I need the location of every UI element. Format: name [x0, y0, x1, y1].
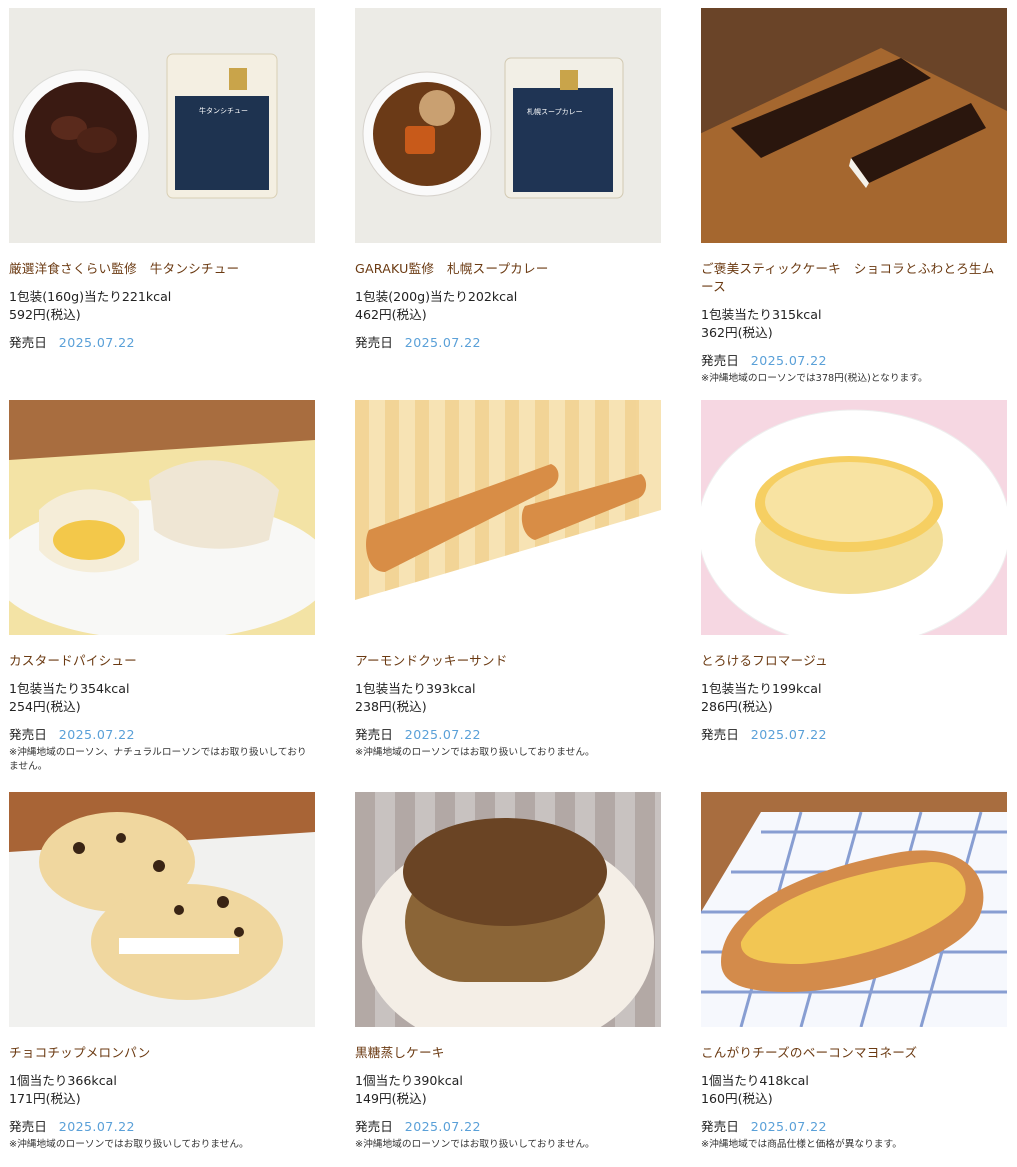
- product-name[interactable]: 厳選洋食さくらい監修 牛タンシチュー: [9, 260, 315, 278]
- svg-text:札幌スープカレー: 札幌スープカレー: [527, 107, 583, 116]
- release-label: 発売日: [355, 1119, 393, 1134]
- product-price: 149円(税込): [355, 1091, 427, 1106]
- product-note: ※沖縄地域のローソン、ナチュラルローソンではお取り扱いしておりません。: [9, 747, 307, 772]
- product-price: 254円(税込): [9, 699, 81, 714]
- product-price: 592円(税込): [9, 307, 81, 322]
- release-info: 発売日 2025.07.22: [355, 1118, 661, 1136]
- release-date: 2025.07.22: [58, 335, 135, 350]
- release-date: 2025.07.22: [404, 335, 481, 350]
- product-name[interactable]: カスタードパイシュー: [9, 652, 315, 670]
- release-info: 発売日 2025.07.22: [9, 1118, 315, 1136]
- product-spec: 1個当たり418kcal: [701, 1073, 809, 1088]
- release-label: 発売日: [9, 335, 47, 350]
- product-meta: 1個当たり418kcal 160円(税込): [701, 1072, 1007, 1108]
- release-label: 発売日: [9, 727, 47, 742]
- release-info: 発売日 2025.07.22: [355, 726, 661, 744]
- release-date: 2025.07.22: [404, 1119, 481, 1134]
- release-info: 発売日 2025.07.22: [355, 334, 661, 352]
- product-spec: 1包装当たり393kcal: [355, 681, 476, 696]
- release-label: 発売日: [701, 353, 739, 368]
- product-price: 362円(税込): [701, 325, 773, 340]
- product-card[interactable]: カスタードパイシュー 1包装当たり354kcal 254円(税込) 発売日 202…: [9, 400, 315, 774]
- release-date: 2025.07.22: [750, 353, 827, 368]
- product-spec: 1包装当たり315kcal: [701, 307, 822, 322]
- product-meta: 1包装当たり315kcal 362円(税込): [701, 306, 1007, 342]
- product-spec: 1個当たり366kcal: [9, 1073, 117, 1088]
- product-card[interactable]: 黒糖蒸しケーキ 1個当たり390kcal 149円(税込) 発売日 2025.07…: [355, 792, 661, 1152]
- product-spec: 1個当たり390kcal: [355, 1073, 463, 1088]
- product-name[interactable]: アーモンドクッキーサンド: [355, 652, 661, 670]
- release-date: 2025.07.22: [58, 1119, 135, 1134]
- product-name[interactable]: GARAKU監修 札幌スープカレー: [355, 260, 661, 278]
- release-info: 発売日 2025.07.22: [701, 352, 1007, 370]
- product-image[interactable]: [355, 400, 661, 635]
- product-meta: 1包装当たり354kcal 254円(税込): [9, 680, 315, 716]
- product-spec: 1包装当たり199kcal: [701, 681, 822, 696]
- product-meta: 1包装当たり393kcal 238円(税込): [355, 680, 661, 716]
- product-image[interactable]: [701, 400, 1007, 635]
- release-label: 発売日: [355, 727, 393, 742]
- release-info: 発売日 2025.07.22: [9, 334, 315, 352]
- product-card[interactable]: アーモンドクッキーサンド 1包装当たり393kcal 238円(税込) 発売日 2…: [355, 400, 661, 760]
- product-meta: 1包装当たり199kcal 286円(税込): [701, 680, 1007, 716]
- product-image[interactable]: [701, 792, 1007, 1027]
- product-name[interactable]: ご褒美スティックケーキ ショコラとふわとろ生ムース: [701, 260, 1007, 296]
- product-price: 238円(税込): [355, 699, 427, 714]
- product-card[interactable]: とろけるフロマージュ 1包装当たり199kcal 286円(税込) 発売日 202…: [701, 400, 1007, 744]
- release-info: 発売日 2025.07.22: [701, 726, 1007, 744]
- product-meta: 1包装(200g)当たり202kcal 462円(税込): [355, 288, 661, 324]
- product-card[interactable]: チョコチップメロンパン 1個当たり366kcal 171円(税込) 発売日 202…: [9, 792, 315, 1152]
- product-note: ※沖縄地域のローソンではお取り扱いしておりません。: [355, 747, 595, 758]
- product-image[interactable]: [9, 400, 315, 635]
- product-price: 160円(税込): [701, 1091, 773, 1106]
- product-image[interactable]: 牛タンシチュー: [9, 8, 315, 243]
- product-image[interactable]: [9, 792, 315, 1027]
- product-note: ※沖縄地域のローソンではお取り扱いしておりません。: [355, 1139, 595, 1150]
- release-date: 2025.07.22: [58, 727, 135, 742]
- product-name[interactable]: チョコチップメロンパン: [9, 1044, 315, 1062]
- release-label: 発売日: [9, 1119, 47, 1134]
- product-meta: 1個当たり390kcal 149円(税込): [355, 1072, 661, 1108]
- product-price: 171円(税込): [9, 1091, 81, 1106]
- product-note: ※沖縄地域では商品仕様と価格が異なります。: [701, 1139, 902, 1150]
- release-label: 発売日: [701, 727, 739, 742]
- product-spec: 1包装(160g)当たり221kcal: [9, 289, 172, 304]
- product-price: 286円(税込): [701, 699, 773, 714]
- product-card[interactable]: ご褒美スティックケーキ ショコラとふわとろ生ムース 1包装当たり315kcal …: [701, 8, 1007, 386]
- product-spec: 1包装当たり354kcal: [9, 681, 130, 696]
- product-name[interactable]: 黒糖蒸しケーキ: [355, 1044, 661, 1062]
- release-date: 2025.07.22: [750, 1119, 827, 1134]
- product-note: ※沖縄地域のローソンでは378円(税込)となります。: [701, 373, 928, 384]
- product-image[interactable]: [355, 792, 661, 1027]
- product-name[interactable]: こんがりチーズのベーコンマヨネーズ: [701, 1044, 1007, 1062]
- release-date: 2025.07.22: [750, 727, 827, 742]
- release-label: 発売日: [355, 335, 393, 350]
- product-card[interactable]: 札幌スープカレー GARAKU監修 札幌スープカレー 1包装(200g)当たり2…: [355, 8, 661, 352]
- svg-text:牛タンシチュー: 牛タンシチュー: [199, 106, 248, 115]
- product-card[interactable]: 牛タンシチュー 厳選洋食さくらい監修 牛タンシチュー 1包装(160g)当たり2…: [9, 8, 315, 352]
- release-info: 発売日 2025.07.22: [9, 726, 315, 744]
- release-date: 2025.07.22: [404, 727, 481, 742]
- product-image[interactable]: [701, 8, 1007, 243]
- product-meta: 1包装(160g)当たり221kcal 592円(税込): [9, 288, 315, 324]
- release-info: 発売日 2025.07.22: [701, 1118, 1007, 1136]
- product-card[interactable]: こんがりチーズのベーコンマヨネーズ 1個当たり418kcal 160円(税込) …: [701, 792, 1007, 1152]
- product-meta: 1個当たり366kcal 171円(税込): [9, 1072, 315, 1108]
- product-name[interactable]: とろけるフロマージュ: [701, 652, 1007, 670]
- product-image[interactable]: 札幌スープカレー: [355, 8, 661, 243]
- product-price: 462円(税込): [355, 307, 427, 322]
- product-spec: 1包装(200g)当たり202kcal: [355, 289, 518, 304]
- product-note: ※沖縄地域のローソンではお取り扱いしておりません。: [9, 1139, 249, 1150]
- release-label: 発売日: [701, 1119, 739, 1134]
